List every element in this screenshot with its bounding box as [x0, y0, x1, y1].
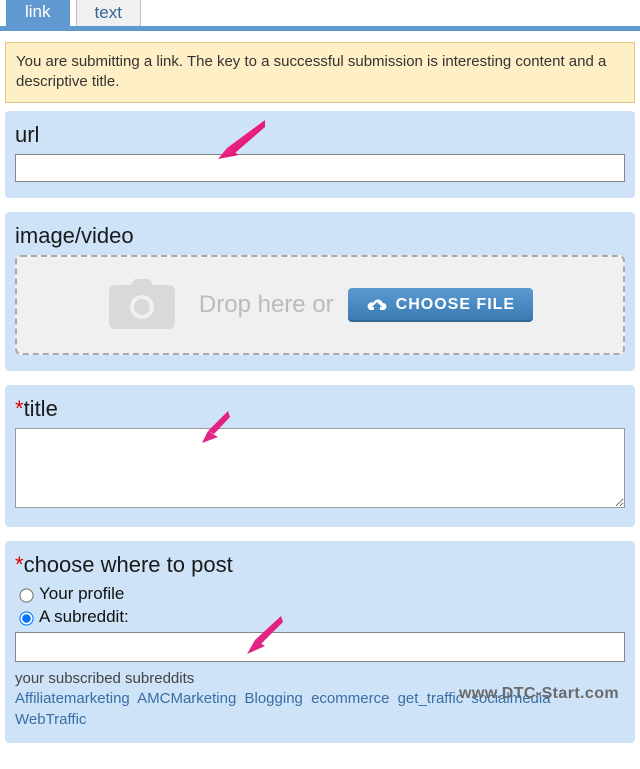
subreddit-input[interactable]: [15, 632, 625, 662]
media-panel: image/video Drop here or CHOOSE FILE: [5, 212, 635, 371]
media-label: image/video: [15, 223, 625, 249]
title-label: *title: [15, 396, 625, 422]
sub-link[interactable]: Affiliatemarketing: [15, 690, 130, 707]
radio-your-profile[interactable]: [19, 588, 33, 602]
sub-link[interactable]: ecommerce: [311, 690, 389, 707]
required-mark: *: [15, 552, 24, 577]
sub-link[interactable]: Blogging: [245, 690, 303, 707]
sub-link[interactable]: WebTraffic: [15, 711, 86, 728]
tab-link[interactable]: link: [6, 0, 70, 26]
url-panel: url: [5, 111, 635, 198]
sub-link[interactable]: AMCMarketing: [137, 690, 236, 707]
media-dropzone[interactable]: Drop here or CHOOSE FILE: [15, 255, 625, 355]
destination-panel: *choose where to post Your profile A sub…: [5, 541, 635, 744]
choose-file-button[interactable]: CHOOSE FILE: [348, 288, 533, 322]
tab-text[interactable]: text: [76, 0, 141, 26]
submission-type-tabs: link text: [0, 0, 640, 31]
option-a-subreddit-label: A subreddit:: [39, 607, 129, 627]
url-input[interactable]: [15, 154, 625, 182]
submission-info-box: You are submitting a link. The key to a …: [5, 42, 635, 103]
sub-link[interactable]: get_traffic: [398, 690, 464, 707]
option-a-subreddit[interactable]: A subreddit:: [15, 607, 625, 627]
choose-file-label: CHOOSE FILE: [396, 296, 515, 314]
option-your-profile-label: Your profile: [39, 584, 124, 604]
subscribed-label: your subscribed subreddits: [15, 670, 625, 687]
title-panel: *title: [5, 385, 635, 527]
camera-icon: [107, 279, 177, 331]
watermark-text: www.DTC-Start.com: [459, 685, 619, 703]
drop-here-text: Drop here or: [199, 291, 334, 319]
required-mark: *: [15, 396, 24, 421]
destination-label: *choose where to post: [15, 552, 625, 578]
title-input[interactable]: [15, 428, 625, 508]
radio-a-subreddit[interactable]: [19, 611, 33, 625]
option-your-profile[interactable]: Your profile: [15, 584, 625, 604]
url-label: url: [15, 122, 625, 148]
cloud-upload-icon: [366, 296, 388, 314]
